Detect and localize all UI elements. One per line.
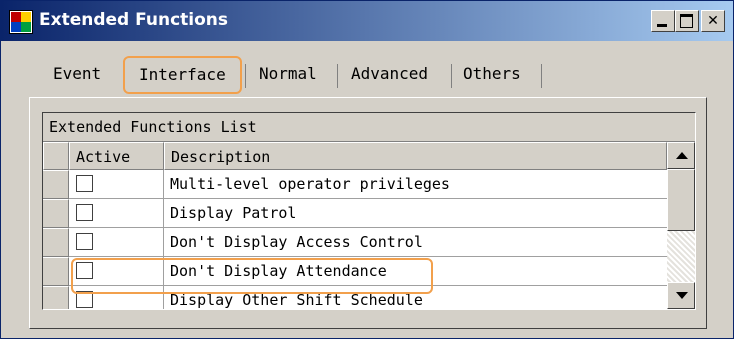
column-header-description[interactable]: Description	[164, 142, 667, 170]
extended-functions-grid: Extended Functions List Active Descripti…	[42, 112, 696, 310]
title-bar[interactable]: Extended Functions ✕	[1, 1, 733, 41]
active-cell	[69, 257, 164, 286]
active-checkbox[interactable]	[76, 204, 93, 221]
arrow-down-icon	[676, 292, 688, 299]
close-icon: ✕	[707, 13, 719, 29]
grid-caption: Extended Functions List	[43, 113, 695, 142]
active-checkbox[interactable]	[76, 262, 93, 279]
tab-advanced[interactable]: Advanced	[351, 64, 428, 83]
tab-panel: Extended Functions List Active Descripti…	[29, 97, 707, 329]
scroll-thumb[interactable]	[667, 169, 695, 231]
table-row[interactable]: Don't Display Attendance	[43, 257, 667, 286]
tab-others[interactable]: Others	[463, 64, 521, 83]
tab-divider	[245, 64, 246, 88]
minimize-button[interactable]	[651, 10, 675, 32]
row-selector[interactable]	[43, 286, 69, 309]
arrow-up-icon	[676, 152, 688, 159]
close-button[interactable]: ✕	[701, 10, 725, 32]
vertical-scrollbar[interactable]	[667, 142, 695, 309]
table-row[interactable]: Display Patrol	[43, 199, 667, 228]
row-selector[interactable]	[43, 199, 69, 228]
column-header-active[interactable]: Active	[69, 142, 164, 170]
tab-strip: Event Interface Normal Advanced Others	[31, 56, 691, 96]
row-selector[interactable]	[43, 228, 69, 257]
active-cell	[69, 228, 164, 257]
tab-event[interactable]: Event	[53, 64, 101, 83]
active-checkbox[interactable]	[76, 233, 93, 250]
row-selector[interactable]	[43, 257, 69, 286]
window-title: Extended Functions	[39, 10, 229, 30]
active-checkbox[interactable]	[76, 291, 93, 308]
app-icon	[9, 10, 33, 34]
tab-divider	[451, 64, 452, 88]
description-cell: Display Patrol	[164, 199, 667, 228]
tab-normal[interactable]: Normal	[259, 64, 317, 83]
tab-divider	[337, 64, 338, 88]
description-cell: Don't Display Attendance	[164, 257, 667, 286]
maximize-icon	[680, 14, 693, 28]
scroll-down-button[interactable]	[667, 282, 695, 309]
table-row[interactable]: Don't Display Access Control	[43, 228, 667, 257]
extended-functions-window: Extended Functions ✕ Event Interface Nor…	[0, 0, 734, 339]
description-cell: Don't Display Access Control	[164, 228, 667, 257]
description-cell: Multi-level operator privileges	[164, 170, 667, 199]
active-cell	[69, 286, 164, 309]
tab-divider	[541, 64, 542, 88]
description-cell: Display Other Shift Schedule	[164, 286, 667, 309]
table-row[interactable]: Display Other Shift Schedule	[43, 286, 667, 309]
maximize-button[interactable]	[675, 10, 699, 32]
active-cell	[69, 170, 164, 199]
row-selector-header	[43, 142, 69, 170]
active-cell	[69, 199, 164, 228]
active-checkbox[interactable]	[76, 175, 93, 192]
tab-interface[interactable]: Interface	[123, 56, 242, 94]
row-selector[interactable]	[43, 170, 69, 199]
minimize-icon	[657, 24, 667, 27]
scroll-up-button[interactable]	[667, 142, 695, 169]
table-row[interactable]: Multi-level operator privileges	[43, 170, 667, 199]
